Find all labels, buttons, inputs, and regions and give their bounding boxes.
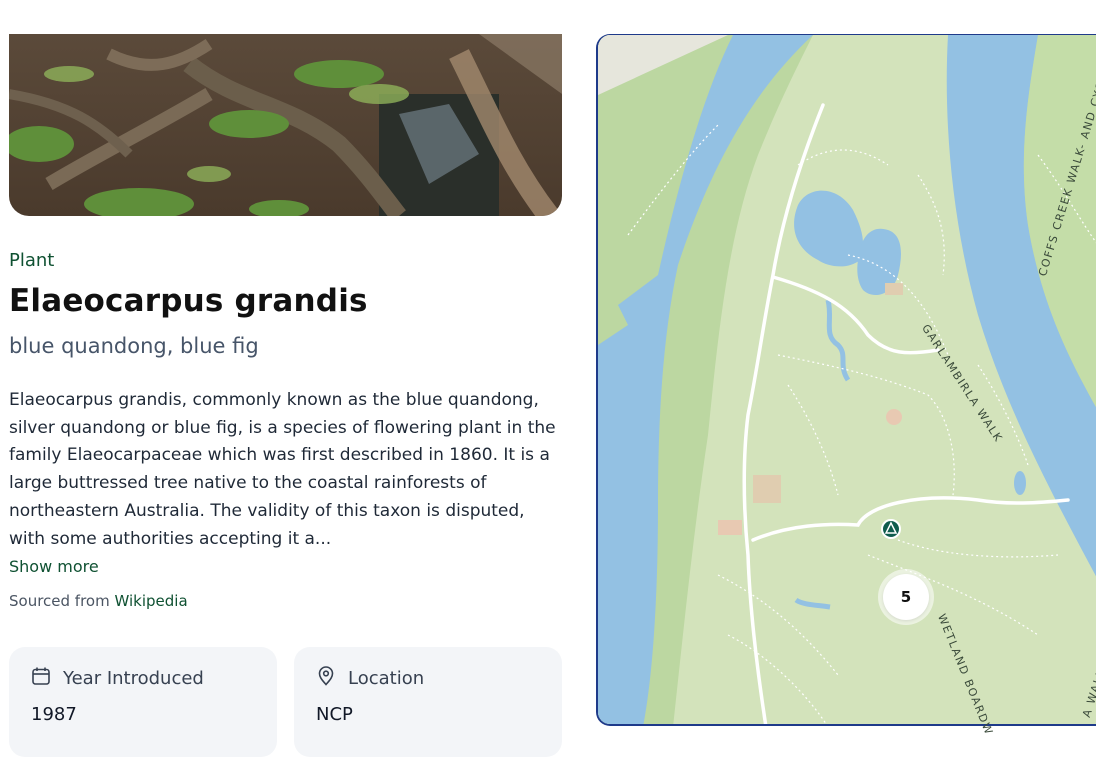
location-header: Location	[316, 666, 424, 691]
wikipedia-link[interactable]: Wikipedia	[115, 592, 188, 610]
location-label: Location	[348, 668, 425, 689]
year-introduced-value: 1987	[31, 704, 77, 725]
source-attribution: Sourced from Wikipedia	[9, 592, 188, 610]
location-card: Location NCP	[294, 647, 562, 757]
year-introduced-header: Year Introduced	[31, 666, 204, 691]
year-introduced-label: Year Introduced	[63, 668, 204, 689]
plant-scientific-name: Elaeocarpus grandis	[9, 283, 368, 319]
campsite-icon[interactable]	[880, 519, 900, 539]
plant-description: Elaeocarpus grandis, commonly known as t…	[9, 390, 556, 549]
sourced-prefix: Sourced from	[9, 592, 110, 610]
map-cluster-marker[interactable]: 5	[883, 574, 929, 620]
year-introduced-card: Year Introduced 1987	[9, 647, 277, 757]
plant-photo	[9, 34, 562, 216]
plant-details-panel: Plant Elaeocarpus grandis blue quandong,…	[0, 0, 580, 757]
calendar-icon	[31, 666, 51, 691]
location-map[interactable]	[596, 34, 1096, 726]
location-pin-icon	[316, 666, 336, 691]
plant-common-names: blue quandong, blue fig	[9, 334, 259, 358]
location-value: NCP	[316, 704, 353, 725]
show-more-link[interactable]: Show more	[9, 557, 99, 576]
plant-category: Plant	[9, 250, 55, 271]
